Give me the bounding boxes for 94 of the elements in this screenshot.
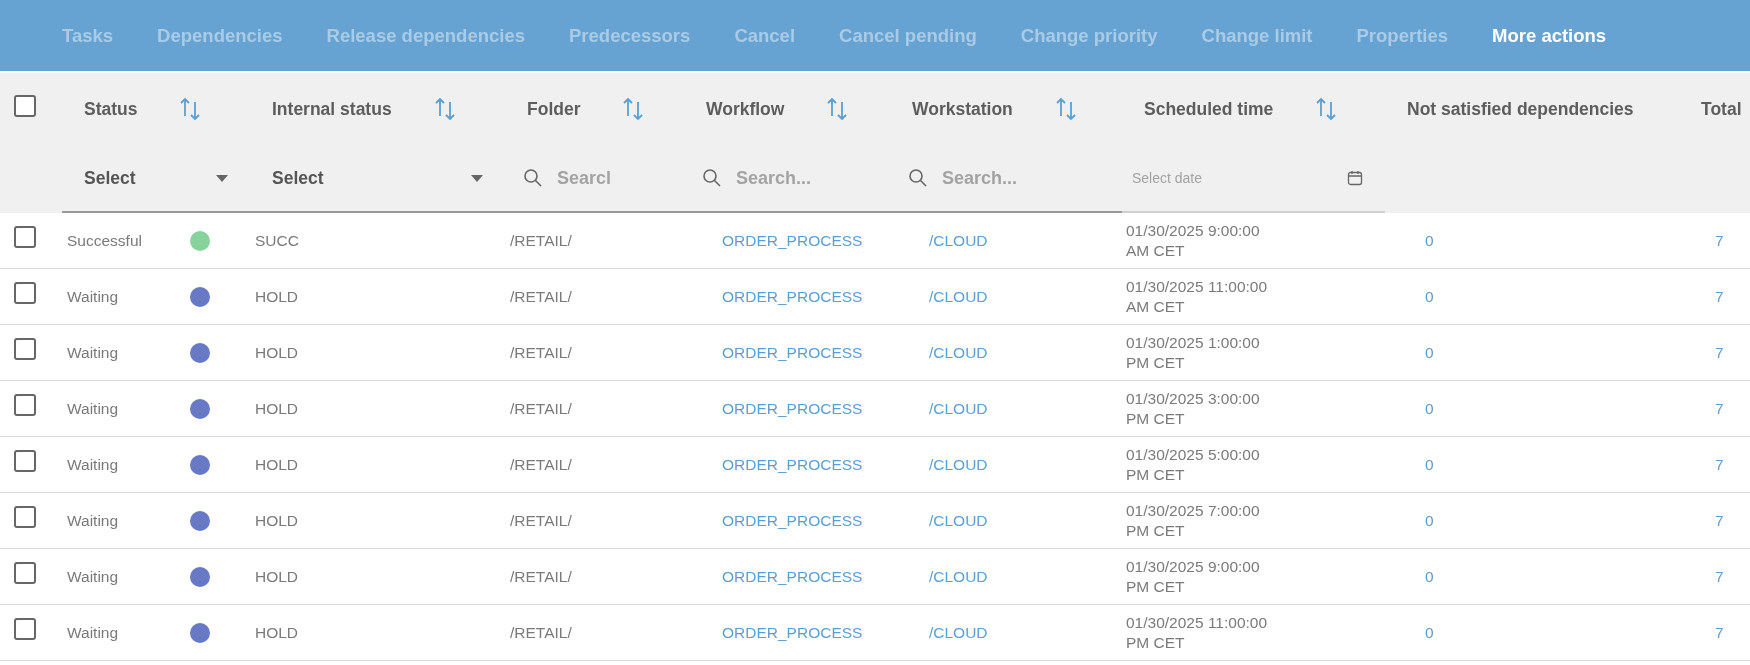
table-cell-text: 01/30/2025 9:00:00 PM CET [1126,557,1261,596]
table-cell: /RETAIL/ [510,511,572,529]
caret-icon [216,174,228,182]
workstation-link[interactable]: /CLOUD [929,511,988,529]
table-cell: /RETAIL/ [510,343,572,361]
column-header: Total [1701,97,1742,121]
workflow-link[interactable]: ORDER_PROCESS [722,623,863,641]
count-link[interactable]: 7 [1715,455,1724,473]
caret-icon [471,174,483,182]
search-icon [702,168,722,188]
workstation-link[interactable]: /CLOUD [929,287,988,305]
column-header: Workstation [912,97,1013,121]
table-cell-text: 01/30/2025 7:00:00 PM CET [1126,501,1261,540]
table-cell: HOLD [255,287,299,305]
workflow-link[interactable]: ORDER_PROCESS [722,511,863,529]
count-link[interactable]: 0 [1425,455,1434,473]
column-header: Internal status [272,97,392,121]
search-field[interactable]: Searcl [557,164,619,192]
table-cell: /RETAIL/ [510,567,572,585]
count-link[interactable]: 7 [1715,623,1724,641]
count-link[interactable]: 0 [1425,511,1434,529]
count-link[interactable]: 0 [1425,231,1434,249]
checkbox[interactable] [14,338,36,361]
column-header: Folder [527,97,581,121]
table-cell: HOLD [255,567,299,585]
table-cell-text: 01/30/2025 11:00:00 AM CET [1126,277,1269,316]
table-cell: /RETAIL/ [510,399,572,417]
search-icon [908,168,928,188]
table-cell-text: 01/30/2025 1:00:00 PM CET [1126,333,1261,372]
workstation-link[interactable]: /CLOUD [929,343,988,361]
column-header: Workflow [706,97,785,121]
select-dropdown[interactable]: Select [250,145,505,211]
status-text: Waiting [67,566,120,587]
workflow-link[interactable]: ORDER_PROCESS [722,567,863,585]
checkbox[interactable] [14,394,36,417]
workflow-link[interactable]: ORDER_PROCESS [722,231,863,249]
count-link[interactable]: 0 [1425,287,1434,305]
table-cell: HOLD [255,623,299,641]
count-link[interactable]: 7 [1715,231,1724,249]
workflow-link[interactable]: ORDER_PROCESS [722,343,863,361]
date-field[interactable]: Select date [1132,167,1282,189]
checkbox[interactable] [14,618,36,641]
checkbox[interactable] [14,562,36,585]
workflow-link[interactable]: ORDER_PROCESS [722,455,863,473]
count-link[interactable]: 7 [1715,511,1724,529]
select-dropdown[interactable]: Select [62,145,250,211]
table-cell-text: 01/30/2025 5:00:00 PM CET [1126,445,1261,484]
status-text: Successful [67,230,143,251]
workstation-link[interactable]: /CLOUD [929,455,988,473]
count-link[interactable]: 0 [1425,399,1434,417]
status-text: Waiting [67,342,120,363]
status-text: Waiting [67,454,120,475]
count-link[interactable]: 7 [1715,343,1724,361]
calendar-icon [1347,170,1363,186]
checkbox[interactable] [14,94,36,117]
checkbox[interactable] [14,226,36,249]
count-link[interactable]: 7 [1715,287,1724,305]
status-text: Waiting [67,510,120,531]
workflow-link[interactable]: ORDER_PROCESS [722,399,863,417]
table-cell-text: 01/30/2025 3:00:00 PM CET [1126,389,1261,428]
column-header: Scheduled time [1144,97,1274,121]
status-text: Waiting [67,286,120,307]
search-field[interactable]: Search... [736,164,876,192]
search-icon [523,168,543,188]
table-cell: /RETAIL/ [510,287,572,305]
status-text: Waiting [67,622,120,643]
status-text: Waiting [67,398,120,419]
workstation-link[interactable]: /CLOUD [929,231,988,249]
count-link[interactable]: 0 [1425,343,1434,361]
table-cell: /RETAIL/ [510,623,572,641]
table-cell: HOLD [255,343,299,361]
count-link[interactable]: 0 [1425,623,1434,641]
table-cell: HOLD [255,511,299,529]
table-cell: HOLD [255,455,299,473]
column-header: Status [84,97,138,121]
toolbar-button[interactable]: More actions [1492,21,1607,50]
column-header: Not satisfied dependencies [1407,97,1634,121]
table-cell: /RETAIL/ [510,455,572,473]
checkbox[interactable] [14,282,36,305]
workflow-link[interactable]: ORDER_PROCESS [722,287,863,305]
table-cell-text: 01/30/2025 9:00:00 AM CET [1126,221,1261,260]
workstation-link[interactable]: /CLOUD [929,623,988,641]
checkbox[interactable] [14,450,36,473]
workstation-link[interactable]: /CLOUD [929,567,988,585]
count-link[interactable]: 7 [1715,567,1724,585]
checkbox[interactable] [14,506,36,529]
search-field[interactable]: Search... [942,164,1082,192]
table-cell: SUCC [255,231,299,249]
count-link[interactable]: 0 [1425,567,1434,585]
table-cell: HOLD [255,399,299,417]
table-cell-text: 01/30/2025 11:00:00 PM CET [1126,613,1269,652]
table-cell: /RETAIL/ [510,231,572,249]
count-link[interactable]: 7 [1715,399,1724,417]
workstation-link[interactable]: /CLOUD [929,399,988,417]
